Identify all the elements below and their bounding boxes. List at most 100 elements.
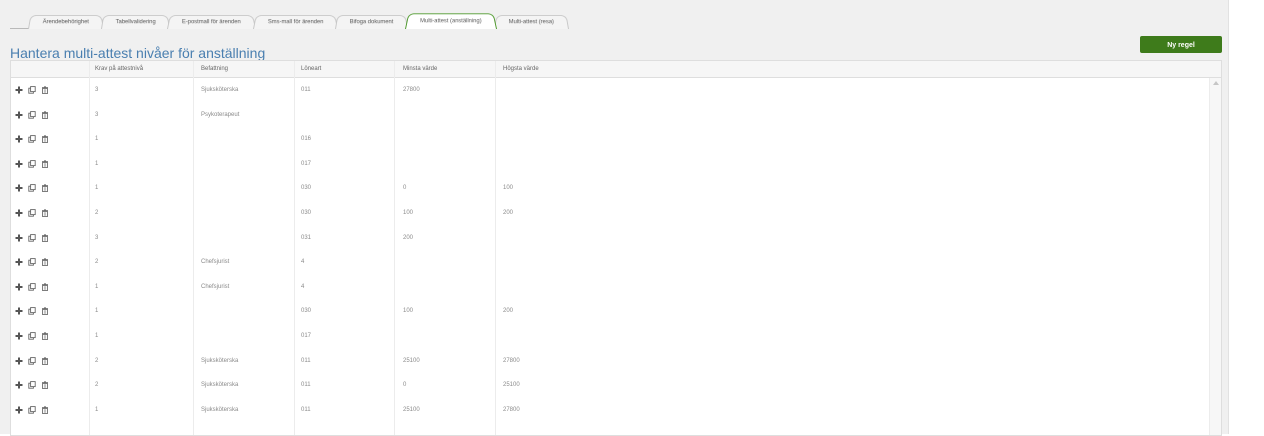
plus-icon[interactable] [15, 406, 23, 414]
tab-bar: Ärendebehörighet Tabellvalidering E-postma… [28, 12, 569, 29]
plus-icon[interactable] [15, 184, 23, 192]
cell-wage-type: 030 [301, 210, 312, 216]
scroll-up-arrow-icon[interactable] [1213, 81, 1219, 85]
tab-5[interactable]: Bifoga dokument [335, 15, 409, 29]
cell-min-value: 27800 [403, 87, 420, 93]
table-row: 1 017 [11, 324, 1209, 348]
plus-icon[interactable] [15, 258, 23, 266]
tab-1[interactable]: Ärendebehörighet [28, 15, 104, 29]
column-header-4[interactable]: Minsta värde [403, 61, 437, 77]
cell-wage-type: 011 [301, 382, 311, 389]
trash-icon[interactable] [41, 258, 49, 267]
cell-attest-level: 2 [95, 357, 99, 364]
copy-icon[interactable] [28, 381, 36, 389]
trash-icon[interactable] [41, 356, 49, 365]
cell-wage-type: 031 [301, 234, 312, 241]
plus-icon[interactable] [15, 283, 23, 291]
copy-icon[interactable] [28, 307, 36, 316]
column-header-5[interactable]: Högsta värde [503, 61, 539, 77]
column-header-2[interactable]: Befattning [201, 61, 228, 77]
plus-icon[interactable] [15, 332, 23, 340]
copy-icon[interactable] [28, 356, 36, 365]
plus-icon[interactable] [15, 86, 23, 94]
cell-wage-type: 011 [301, 87, 311, 93]
cell-max-value: 27800 [503, 357, 520, 364]
copy-icon[interactable] [28, 159, 36, 168]
cell-wage-type: 030 [301, 185, 312, 192]
copy-icon[interactable] [28, 209, 36, 217]
tab-2[interactable]: Tabellvalidering [100, 15, 171, 29]
plus-icon[interactable] [15, 381, 23, 389]
table-row: 1 030 100 200 [11, 299, 1209, 323]
copy-icon[interactable] [28, 233, 36, 242]
trash-icon[interactable] [41, 406, 49, 414]
table-row: 3 Sjuksköterska 011 27800 [11, 78, 1209, 102]
cell-position: Sjuksköterska [201, 382, 239, 389]
tab-7[interactable]: Multi-attest (resa) [493, 15, 569, 29]
plus-icon[interactable] [15, 307, 23, 315]
trash-icon[interactable] [41, 283, 49, 291]
trash-icon[interactable] [41, 381, 49, 390]
trash-icon[interactable] [41, 184, 49, 193]
cell-min-value: 25100 [403, 406, 420, 413]
copy-icon[interactable] [28, 110, 36, 119]
trash-icon[interactable] [41, 307, 49, 316]
cell-attest-level: 2 [95, 210, 99, 216]
tab-label: Multi-attest (anställning) [420, 18, 482, 25]
cell-wage-type: 016 [301, 136, 312, 143]
copy-icon[interactable] [28, 405, 36, 414]
plus-icon[interactable] [15, 160, 23, 168]
new-rule-button[interactable]: Ny regel [1140, 36, 1222, 53]
plus-icon[interactable] [15, 234, 23, 242]
trash-icon[interactable] [41, 160, 49, 168]
cell-position: Sjuksköterska [201, 87, 239, 93]
table-row: 1 Chefsjurist 4 [11, 275, 1209, 299]
plus-icon[interactable] [15, 357, 23, 365]
copy-icon[interactable] [28, 258, 36, 266]
trash-icon[interactable] [41, 332, 49, 340]
tab-label: Multi-attest (resa) [508, 19, 554, 26]
table-row: 3 Psykoterapeut [11, 103, 1209, 127]
trash-icon[interactable] [41, 86, 49, 94]
trash-icon[interactable] [41, 135, 49, 144]
table-row: 2 030 100 200 [11, 201, 1209, 225]
vertical-scrollbar[interactable] [1209, 78, 1221, 435]
cell-attest-level: 1 [95, 333, 99, 339]
copy-icon[interactable] [28, 86, 36, 94]
tab-label: Bifoga dokument [349, 19, 394, 26]
copy-icon[interactable] [28, 135, 36, 143]
trash-icon[interactable] [41, 209, 49, 217]
plus-icon[interactable] [15, 111, 23, 119]
table-row: 3 031 200 [11, 226, 1209, 250]
cell-attest-level: 1 [95, 283, 99, 290]
cell-position: Psykoterapeut [201, 111, 240, 118]
plus-icon[interactable] [15, 209, 23, 217]
table-body: 3 Sjuksköterska 011 27800 3 Psykoterapeut 1 016… [11, 78, 1209, 435]
copy-icon[interactable] [28, 332, 36, 340]
rules-table: Krav på attestnivå Befattning Löneart Minst… [10, 60, 1222, 436]
tab-6[interactable]: Multi-attest (anställning) [405, 13, 497, 29]
copy-icon[interactable] [28, 184, 36, 193]
tab-label: E-postmall för ärenden [182, 19, 241, 26]
cell-min-value: 100 [403, 210, 414, 216]
cell-max-value: 25100 [503, 382, 520, 389]
cell-attest-level: 3 [95, 111, 99, 118]
column-header-1[interactable]: Krav på attestnivå [95, 61, 143, 77]
tab-3[interactable]: E-postmall för ärenden [167, 15, 256, 29]
cell-max-value: 100 [503, 185, 514, 192]
table-row: 1 Sjuksköterska 011 25100 27800 [11, 398, 1209, 422]
cell-min-value: 25100 [403, 357, 420, 364]
cell-wage-type: 011 [301, 406, 311, 413]
trash-icon[interactable] [41, 233, 49, 242]
column-header-3[interactable]: Löneart [301, 61, 321, 77]
trash-icon[interactable] [41, 110, 49, 119]
plus-icon[interactable] [15, 135, 23, 143]
tab-4[interactable]: Sms-mall för ärenden [252, 15, 339, 29]
cell-attest-level: 1 [95, 406, 99, 413]
cell-min-value: 0 [403, 382, 407, 389]
cell-position: Sjuksköterska [201, 357, 239, 364]
table-row: 1 017 [11, 152, 1209, 176]
cell-attest-level: 1 [95, 308, 99, 315]
table-row: 2 Chefsjurist 4 [11, 250, 1209, 274]
copy-icon[interactable] [28, 282, 36, 291]
